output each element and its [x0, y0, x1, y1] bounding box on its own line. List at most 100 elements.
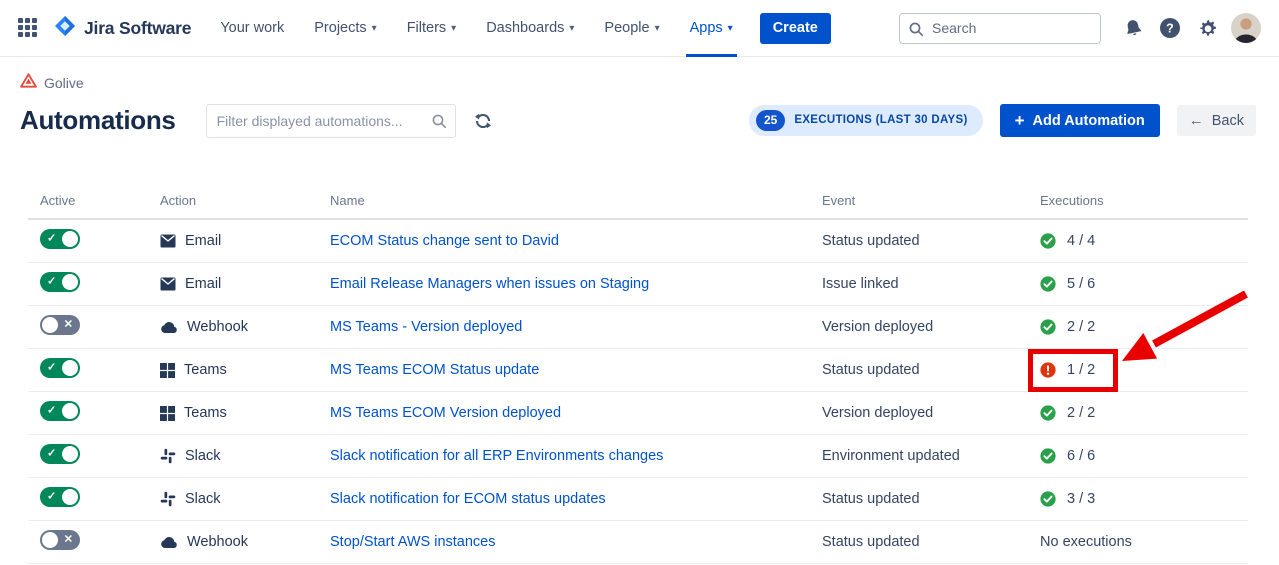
executions-cell: 3 / 3: [1040, 491, 1248, 507]
toggle-on[interactable]: ✓: [40, 401, 80, 421]
toggle-knob: [62, 231, 78, 247]
automation-name-link[interactable]: Stop/Start AWS instances: [330, 534, 495, 550]
automation-name-link[interactable]: MS Teams ECOM Version deployed: [330, 405, 561, 421]
action-cell: Slack: [160, 448, 330, 464]
nav-item-people[interactable]: People▾: [589, 0, 674, 57]
executions-value: 5 / 6: [1067, 276, 1095, 292]
automation-name-link[interactable]: ECOM Status change sent to David: [330, 233, 559, 249]
search-input[interactable]: [899, 13, 1101, 44]
automation-name-link[interactable]: MS Teams ECOM Status update: [330, 362, 539, 378]
breadcrumb: Golive: [20, 74, 1256, 91]
name-cell: Slack notification for ECOM status updat…: [330, 490, 822, 508]
executions-count-badge: 25: [756, 110, 785, 130]
svg-text:?: ?: [1166, 21, 1174, 35]
plus-icon: +: [1015, 112, 1025, 129]
toggle-on[interactable]: ✓: [40, 487, 80, 507]
toggle-off[interactable]: ✕: [40, 315, 80, 335]
create-button[interactable]: Create: [760, 13, 831, 44]
toggle-on[interactable]: ✓: [40, 444, 80, 464]
event-cell: Issue linked: [822, 276, 1040, 292]
nav-item-label: Projects: [314, 20, 366, 36]
action-label: Teams: [184, 405, 227, 421]
table-row: ✓EmailECOM Status change sent to DavidSt…: [28, 220, 1248, 263]
nav-item-filters[interactable]: Filters▾: [392, 0, 472, 57]
jira-logo[interactable]: Jira Software: [54, 15, 191, 42]
webhook-icon: [160, 535, 178, 549]
x-icon: ✕: [64, 319, 73, 330]
toggle-knob: [42, 532, 58, 548]
column-header-executions: Executions: [1040, 193, 1248, 208]
success-check-icon: [1040, 405, 1056, 421]
toggle-knob: [62, 274, 78, 290]
filter-search-icon: [431, 113, 447, 134]
active-cell: ✓: [40, 272, 160, 297]
column-header-action: Action: [160, 193, 330, 208]
golive-logo-icon: [20, 73, 37, 93]
settings-gear-icon[interactable]: [1192, 13, 1222, 43]
back-arrow-icon: ←: [1189, 113, 1204, 128]
toggle-on[interactable]: ✓: [40, 272, 80, 292]
nav-item-apps[interactable]: Apps▾: [675, 0, 748, 57]
back-button[interactable]: ← Back: [1177, 105, 1256, 136]
executions-summary-pill[interactable]: 25 EXECUTIONS (LAST 30 DAYS): [749, 105, 983, 135]
action-label: Webhook: [187, 534, 248, 550]
action-label: Email: [185, 233, 221, 249]
toggle-knob: [62, 489, 78, 505]
success-check-icon: [1040, 491, 1056, 507]
event-cell: Status updated: [822, 491, 1040, 507]
refresh-icon[interactable]: [471, 109, 495, 133]
toggle-off[interactable]: ✕: [40, 530, 80, 550]
column-header-active: Active: [40, 193, 160, 208]
filter-automations-input[interactable]: [206, 104, 456, 138]
table-row: ✕WebhookStop/Start AWS instancesStatus u…: [28, 521, 1248, 564]
automation-name-link[interactable]: Slack notification for ECOM status updat…: [330, 491, 606, 507]
automations-table-body: ✓ Email ECOM Status change sent to David St…: [28, 220, 1248, 564]
nav-item-label: Your work: [220, 20, 284, 36]
event-cell: Environment updated: [822, 448, 1040, 464]
automation-name-link[interactable]: MS Teams - Version deployed: [330, 319, 522, 335]
success-check-icon: [1040, 276, 1056, 292]
name-cell: ECOM Status change sent to David: [330, 232, 822, 250]
automation-name-link[interactable]: Email Release Managers when issues on St…: [330, 276, 649, 292]
check-icon: ✓: [47, 233, 56, 244]
active-cell: ✓: [40, 487, 160, 512]
name-cell: Slack notification for all ERP Environme…: [330, 447, 822, 465]
add-automation-button[interactable]: + Add Automation: [1000, 104, 1160, 137]
notifications-bell-icon[interactable]: [1118, 13, 1148, 43]
active-cell: ✓: [40, 444, 160, 469]
user-avatar[interactable]: [1231, 13, 1261, 43]
nav-item-label: People: [604, 20, 649, 36]
name-cell: Stop/Start AWS instances: [330, 533, 822, 551]
app-switcher-icon[interactable]: [18, 18, 38, 38]
active-cell: ✓: [40, 229, 160, 254]
help-icon[interactable]: ?: [1155, 13, 1185, 43]
check-icon: ✓: [47, 405, 56, 416]
action-cell: Email: [160, 276, 330, 292]
add-automation-label: Add Automation: [1033, 113, 1145, 129]
page-title: Automations: [20, 105, 176, 136]
executions-value: 2 / 2: [1067, 405, 1095, 421]
table-row: ✕WebhookMS Teams - Version deployedVersi…: [28, 306, 1248, 349]
nav-item-dashboards[interactable]: Dashboards▾: [471, 0, 589, 57]
table-row: ✓TeamsMS Teams ECOM Status updateStatus …: [28, 349, 1248, 392]
automations-table: Active Action Name Event Executions ✓Ema…: [28, 192, 1248, 564]
breadcrumb-app-label[interactable]: Golive: [44, 75, 84, 91]
action-cell: Teams: [160, 405, 330, 421]
automation-name-link[interactable]: Slack notification for all ERP Environme…: [330, 448, 663, 464]
event-cell: Version deployed: [822, 319, 1040, 335]
executions-label: EXECUTIONS (LAST 30 DAYS): [794, 114, 967, 126]
nav-item-projects[interactable]: Projects▾: [299, 0, 391, 57]
check-icon: ✓: [47, 276, 56, 287]
executions-value: No executions: [1040, 534, 1132, 550]
toggle-on[interactable]: ✓: [40, 229, 80, 249]
toggle-on[interactable]: ✓: [40, 358, 80, 378]
table-row: ✓ Slack Slack notification for ECOM status…: [28, 478, 1248, 521]
action-label: Email: [185, 276, 221, 292]
slack-icon: [160, 448, 176, 464]
primary-nav: Your workProjects▾Filters▾Dashboards▾Peo…: [205, 0, 747, 57]
nav-item-your-work[interactable]: Your work: [205, 0, 299, 57]
action-cell: Slack: [160, 491, 330, 507]
action-label: Slack: [185, 491, 220, 507]
active-cell: ✓: [40, 401, 160, 426]
nav-item-label: Dashboards: [486, 20, 564, 36]
